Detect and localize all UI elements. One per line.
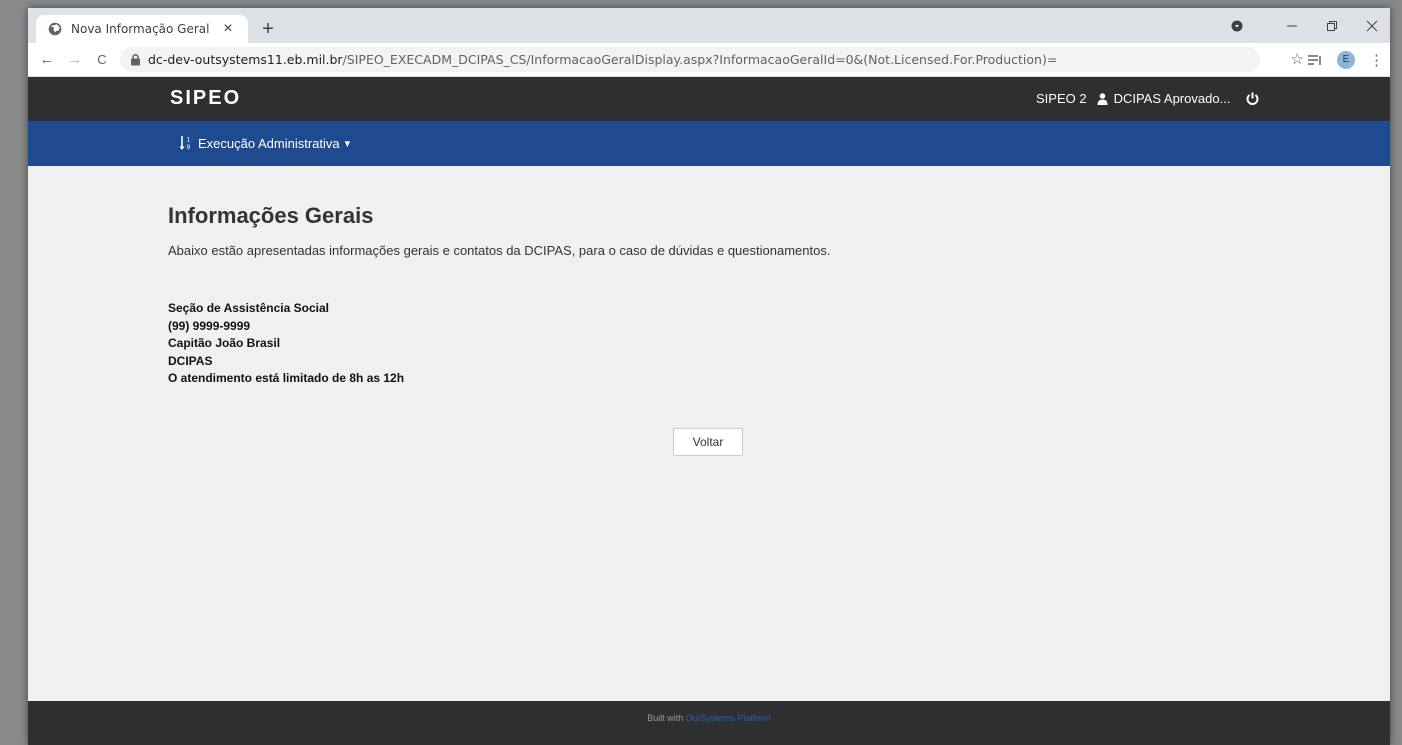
contact-info: Seção de Assistência Social (99) 9999-99… [168,300,1268,388]
menu-item-execucao-administrativa[interactable]: 1 9 Execução Administrativa ▾ [178,135,350,151]
system-link[interactable]: SIPEO 2 [1036,91,1087,106]
browser-menu-icon[interactable]: ⋮ [1369,51,1384,69]
svg-text:1: 1 [187,137,191,144]
browser-tab[interactable]: Nova Informação Geral × [36,15,248,43]
bookmark-star-icon[interactable]: ☆ [1291,50,1304,68]
browser-window: Nova Informação Geral × + ← → C dc-dev-o… [28,8,1390,745]
page-title: Informações Gerais [168,203,374,228]
media-control-icon[interactable] [1229,16,1245,36]
minimize-icon [1287,25,1297,27]
browser-toolbar: ← → C dc-dev-outsystems11.eb.mil.br/SIPE… [28,43,1390,77]
info-line-organization: DCIPAS [168,353,213,368]
reading-list-icon[interactable] [1307,52,1323,68]
footer-text: Built with OutSystems Platform [647,713,771,723]
sort-numeric-icon: 1 9 [179,136,191,151]
info-line-contact-name: Capitão João Brasil [168,336,281,350]
logout-power-icon[interactable] [1246,92,1259,105]
info-line-section: Seção de Assistência Social [168,301,329,315]
restore-icon [1327,21,1337,31]
close-icon [1366,20,1378,32]
footer-built-with: Built with [647,713,684,723]
dropdown-caret-icon: ▾ [344,137,351,150]
url-text: dc-dev-outsystems11.eb.mil.br/SIPEO_EXEC… [148,52,1057,67]
new-tab-button[interactable]: + [258,19,278,39]
page-footer: Built with OutSystems Platform [28,701,1390,745]
close-window-button[interactable] [1362,16,1382,36]
forward-button[interactable]: → [65,50,85,70]
record-icon [1231,20,1243,32]
main-menu: 1 9 Execução Administrativa ▾ [28,121,1390,166]
footer-platform-link[interactable]: OutSystems Platform [686,713,771,723]
svg-text:9: 9 [187,144,191,151]
url-path: /SIPEO_EXECADM_DCIPAS_CS/InformacaoGeral… [342,52,1058,67]
info-line-phone: (99) 9999-9999 [168,318,251,333]
back-button-voltar[interactable]: Voltar [673,428,743,456]
info-line-hours: O atendimento está limitado de 8h as 12h [168,371,405,385]
close-tab-icon[interactable]: × [220,21,236,37]
minimize-button[interactable] [1282,16,1302,36]
url-host: dc-dev-outsystems11.eb.mil.br [148,52,343,67]
address-bar[interactable]: dc-dev-outsystems11.eb.mil.br/SIPEO_EXEC… [120,47,1304,72]
page-subtitle: Abaixo estão apresentadas informações ge… [168,243,831,258]
user-area: SIPEO 2 DCIPAS Aprovado... [1036,91,1259,106]
globe-icon [48,22,62,36]
user-name-link[interactable]: DCIPAS Aprovado... [1114,91,1231,106]
web-page: SIPEO SIPEO 2 DCIPAS Aprovado... 1 9 Exe… [28,77,1390,745]
lock-icon [131,54,140,66]
back-button[interactable]: ← [37,50,57,70]
user-icon [1097,92,1108,105]
reload-button[interactable]: C [92,50,112,70]
restore-button[interactable] [1322,16,1342,36]
app-header: SIPEO SIPEO 2 DCIPAS Aprovado... [28,77,1390,121]
app-logo[interactable]: SIPEO [170,87,241,110]
main-content: Informações Gerais Abaixo estão apresent… [168,203,1268,388]
tab-title: Nova Informação Geral [71,22,210,36]
menu-item-label: Execução Administrativa [198,135,340,151]
tab-strip: Nova Informação Geral × + [28,8,1390,43]
profile-avatar[interactable]: E [1337,51,1355,69]
